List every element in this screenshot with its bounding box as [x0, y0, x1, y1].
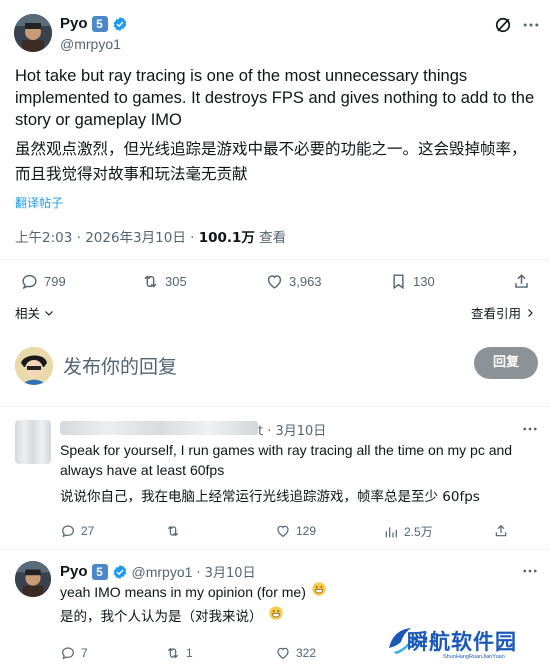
reply-count: 27 [81, 524, 95, 538]
retweet-count: 1 [186, 646, 193, 660]
bookmark-action[interactable]: 130 [389, 272, 435, 291]
like-action[interactable]: 129 [275, 523, 316, 539]
retweet-icon [167, 647, 179, 659]
like-action[interactable]: 322 [275, 645, 316, 661]
site-watermark: 瞬航软件园 ShunHangRuanJianYuan [385, 622, 545, 668]
blurred-username[interactable] [60, 421, 258, 435]
tweet-text-cn: 虽然观点激烈，但光线追踪是游戏中最不必要的功能之一。这会毁掉帧率，而且我觉得对故… [15, 140, 527, 183]
chevron-right-icon [528, 308, 533, 317]
grinning-emoji-icon [268, 605, 284, 625]
divider [0, 549, 550, 550]
author-handle[interactable]: @mrpyo1 [132, 564, 193, 580]
divider [0, 406, 550, 407]
reply-input[interactable]: 发布你的回复 [63, 352, 177, 379]
views-action[interactable]: 2.5万 [383, 523, 433, 540]
reply-time[interactable]: · 3月10日 [196, 562, 255, 581]
reply-text-cn-line: 是的，我个人认为是（对我来说） [60, 605, 284, 625]
related-label: 相关 [15, 306, 41, 321]
analytics-icon [385, 526, 397, 537]
like-action[interactable]: 3,963 [265, 272, 322, 291]
views-label: 查看 [254, 230, 287, 246]
reply-text-en: yeah IMO means in my opinion (for me) [60, 583, 306, 600]
current-user-avatar[interactable] [15, 347, 53, 385]
translate-post-link[interactable]: 翻译帖子 [15, 194, 63, 211]
heart-icon [267, 275, 282, 289]
reply-icon [22, 274, 37, 290]
bookmark-count: 130 [413, 274, 435, 289]
tweet-meta: 上午2:03 · 2026年3月10日 · 100.1万 查看 [15, 226, 286, 246]
retweet-action[interactable] [165, 523, 181, 539]
view-quotes-link[interactable]: 查看引用 [471, 303, 536, 322]
grinning-emoji-icon [311, 581, 327, 602]
heart-icon [277, 647, 289, 660]
author-name[interactable]: Pyo [60, 563, 88, 580]
related-dropdown[interactable]: 相关 [15, 303, 55, 322]
retweet-action[interactable]: 1 [165, 645, 193, 661]
bookmark-icon [393, 274, 404, 290]
reply-text-en: Speak for yourself, I run games with ray… [60, 442, 513, 478]
more-options-icon[interactable] [521, 562, 539, 585]
like-count: 3,963 [289, 274, 322, 289]
retweet-count: 305 [165, 274, 187, 289]
reply-button[interactable]: 回复 [474, 347, 538, 379]
reply-count: 799 [44, 274, 66, 289]
affiliate-badge[interactable]: 5 [91, 563, 108, 580]
reply-time[interactable]: t · 3月10日 [258, 420, 326, 439]
verified-icon [112, 16, 128, 32]
reply-action[interactable]: 7 [60, 645, 88, 661]
author-line: Pyo 5 [60, 15, 128, 32]
share-action[interactable] [512, 272, 531, 291]
like-count: 129 [296, 524, 317, 538]
reply-action[interactable]: 799 [20, 272, 66, 291]
like-count: 322 [296, 646, 317, 660]
author-name[interactable]: Pyo [60, 15, 88, 32]
author-avatar[interactable] [14, 14, 52, 52]
reply-action[interactable]: 27 [60, 523, 94, 539]
affiliate-badge[interactable]: 5 [91, 15, 108, 32]
retweet-action[interactable]: 305 [141, 272, 187, 291]
author-avatar[interactable] [15, 561, 51, 597]
reply-text-en-line: yeah IMO means in my opinion (for me) [60, 581, 327, 602]
divider [0, 259, 550, 260]
reply-icon [62, 647, 74, 660]
tweet-text-en: Hot take but ray tracing is one of the m… [15, 67, 535, 129]
tweet-time[interactable]: 上午2:03 · 2026年3月10日 · [15, 230, 199, 246]
share-action[interactable] [493, 523, 509, 539]
chevron-down-icon [45, 310, 53, 316]
reply-icon [62, 525, 74, 538]
verified-icon [112, 564, 128, 580]
retweet-icon [144, 275, 157, 288]
reply-count: 7 [81, 646, 88, 660]
watermark-subtitle: ShunHangRuanJianYuan [443, 654, 505, 660]
heart-icon [277, 525, 289, 538]
retweet-icon [167, 525, 179, 537]
reply-text-cn: 是的，我个人认为是（对我来说） [60, 609, 263, 625]
grok-icon[interactable] [493, 15, 513, 40]
share-icon [515, 274, 528, 288]
share-icon [495, 524, 507, 537]
blurred-avatar[interactable] [15, 420, 51, 464]
watermark-title: 瞬航软件园 [407, 630, 517, 654]
reply-author-line: Pyo 5 @mrpyo1 · 3月10日 [60, 562, 256, 581]
view-quotes-label: 查看引用 [471, 306, 522, 321]
reply-text-cn: 说说你自己，我在电脑上经常运行光线追踪游戏，帧率总是至少 60fps [60, 489, 480, 505]
view-count: 2.5万 [404, 525, 433, 539]
author-handle[interactable]: @mrpyo1 [60, 36, 121, 52]
view-count: 100.1万 [198, 230, 255, 246]
more-options-icon[interactable] [521, 15, 541, 40]
